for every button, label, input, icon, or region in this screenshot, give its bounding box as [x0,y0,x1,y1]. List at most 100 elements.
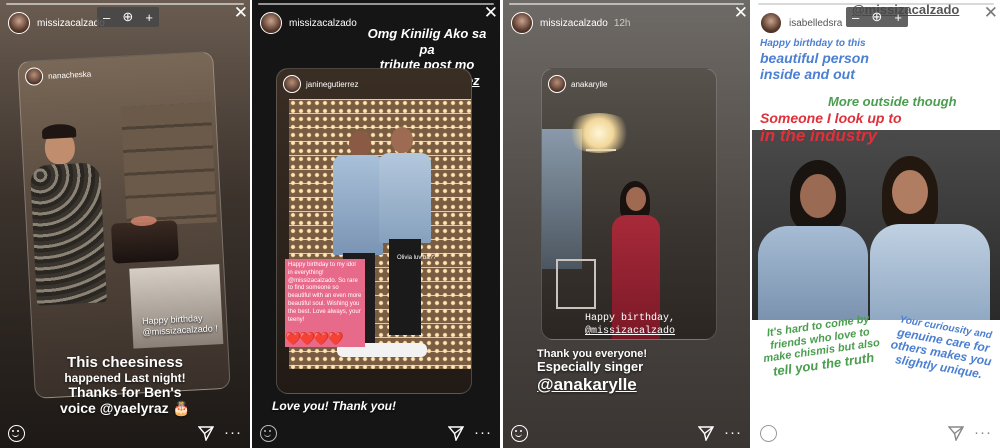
story-progress-bar [258,3,494,5]
send-icon[interactable] [948,425,964,441]
repost-header: anakarylle [548,75,607,93]
reposted-story-frame[interactable]: anakarylle [541,68,717,340]
more-options-icon[interactable]: ··· [224,425,242,440]
story-panel-1[interactable]: missizacalzado – ⊕ + ✕ nanacheska Happy … [0,0,250,448]
story-timestamp: 12h [613,17,631,29]
text-curiousity: Your curiousity and genuine care for oth… [882,313,1000,385]
story-username[interactable]: missizacalzado [289,18,357,29]
text-happy-birthday: Happy birthday to this beautiful person … [760,38,869,82]
sticker-line: beautiful person [760,49,869,66]
story-caption: Love you! Thank you! [272,399,397,413]
woman-right-face [892,170,928,214]
reposted-story-frame[interactable]: janinegutierrez Happy birthday to my ido… [276,68,472,394]
zoom-out-button[interactable]: – [852,10,859,25]
story-panel-4[interactable]: isabelledsra @missizacalzado – ⊕ + ✕ Hap… [752,0,1000,448]
story-panel-3[interactable]: missizacalzado 12h ✕ anakarylle Happy bi… [503,0,750,448]
story-progress-bar [509,3,744,5]
repost-avatar [548,75,566,93]
story-footer: ··· [760,422,992,444]
story-username[interactable]: isabelledsra [789,18,842,29]
avatar[interactable] [8,12,30,34]
woman-left-jacket [333,155,383,255]
photo-two-women [752,130,1000,320]
woman-right-jacket [870,224,990,320]
text-look-up-to: Someone I look up to in the industry [760,110,902,146]
story-caption: Thank you everyone! Especially singer @a… [537,348,647,394]
caption-line: Thanks for Ben's [68,384,182,401]
woman-left-head [349,131,371,157]
shelf-decor [120,102,217,227]
woman-right-jacket [379,153,431,243]
zoom-control[interactable]: – ⊕ + [97,7,159,27]
woman-right-legs [389,239,421,335]
repost-username: anakarylle [571,79,608,89]
zoom-control[interactable]: – ⊕ + [846,7,908,27]
story-username[interactable]: missizacalzado [540,18,608,29]
story-footer: ··· [260,422,492,444]
close-icon[interactable]: ✕ [234,4,248,21]
headline-line: Omg Kinilig Ako sa pa [367,26,487,57]
more-options-icon[interactable]: ··· [474,425,492,440]
close-icon[interactable]: ✕ [984,4,998,21]
chandelier [586,133,616,151]
send-icon[interactable] [698,425,714,441]
cake [110,220,179,264]
sticker-line: Happy birthday to this [760,38,866,49]
smile-icon[interactable] [511,424,528,442]
repost-avatar [283,75,301,93]
story-progress-bar [6,3,244,5]
avatar[interactable] [511,12,533,34]
birthday-greeting: Happy birthday, @missizacalzado [585,312,675,338]
smile-icon[interactable] [260,424,277,442]
smile-icon[interactable] [760,424,777,442]
more-options-icon[interactable]: ··· [974,425,992,440]
reposted-story-frame[interactable]: nanacheska Happy birthday @missizacalzad… [17,51,231,399]
caption-line: voice @yaelyraz 🎂 [60,399,190,416]
woman-left-jacket [758,226,868,320]
sticker-line: in the industry [760,126,878,146]
zoom-icon: ⊕ [871,9,883,24]
repost-header: nanacheska [24,65,92,86]
close-icon[interactable]: ✕ [484,4,498,21]
caption-line: Especially singer [537,359,644,375]
repost-username: nanacheska [47,69,92,81]
sticker-line: Someone I look up to [760,110,902,126]
text-hard-to-come-by: It's hard to come by friends who love to… [753,311,889,381]
caption-line: This cheesiness [67,354,183,371]
avatar[interactable] [760,12,782,34]
repost-header: janinegutierrez [283,75,358,93]
zoom-icon: ⊕ [122,9,134,24]
olivia-sticker: Olivia luv ba?? [397,255,437,261]
story-panel-2[interactable]: missizacalzado ✕ Omg Kinilig Ako sa pa t… [252,0,500,448]
repost-avatar [24,67,44,86]
window-light [542,129,582,269]
zoom-in-button[interactable]: + [145,10,153,25]
story-caption: This cheesiness happened Last night! Tha… [8,354,242,417]
caption-line: happened Last night! [64,370,186,385]
story-footer: ··· [511,422,742,444]
dining-chair [556,259,596,309]
repost-username: janinegutierrez [306,79,359,89]
greeting-mention[interactable]: @missizacalzado [585,325,675,338]
send-icon[interactable] [198,425,214,441]
story-footer: ··· [8,422,242,444]
man-shirt [29,162,108,306]
caption-mention[interactable]: @anakarylle [537,375,647,394]
woman-right-head [391,127,413,153]
smile-icon[interactable] [8,424,25,442]
story-username[interactable]: missizacalzado [37,18,105,29]
text-more-outside: More outside though [828,94,957,109]
more-options-icon[interactable]: ··· [724,425,742,440]
man-hair [41,123,77,140]
woman-left-face [800,174,836,218]
avatar[interactable] [260,12,282,34]
hearts-sticker: ❤️❤️❤️❤️ [285,331,344,346]
close-icon[interactable]: ✕ [734,4,748,21]
zoom-in-button[interactable]: + [894,10,902,25]
singer-face [626,187,646,211]
sticker-line: inside and out [760,65,855,82]
zoom-out-button[interactable]: – [103,10,110,25]
send-icon[interactable] [448,425,464,441]
story-header: missizacalzado 12h [511,10,742,36]
sticker-happy-birthday: Happy birthday @missizacalzado ! [141,313,218,338]
